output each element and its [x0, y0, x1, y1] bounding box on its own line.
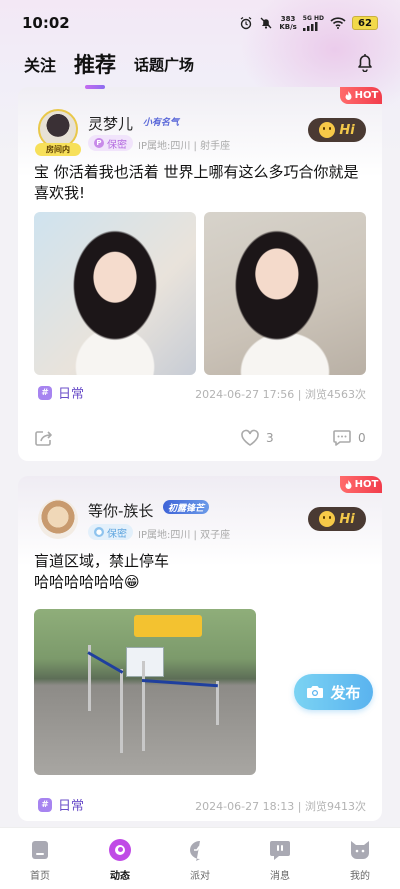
moments-icon — [108, 838, 132, 862]
hot-badge: HOT — [340, 476, 382, 493]
post-text-line: 盲道区域，禁止停车 — [34, 552, 170, 570]
nav-label: 消息 — [270, 871, 290, 882]
network-label: 5G HD — [302, 15, 324, 22]
nav-messages[interactable]: 消息 — [250, 838, 310, 882]
tab-topic-square[interactable]: 话题广场 — [134, 54, 194, 75]
alarm-icon — [239, 16, 253, 30]
active-tab-indicator — [85, 85, 106, 89]
topic-tag[interactable]: # 日常 — [38, 795, 84, 814]
nav-party[interactable]: 派对 — [170, 838, 230, 882]
smiley-icon — [319, 122, 336, 138]
nav-label: 派对 — [190, 871, 210, 882]
like-button[interactable]: 3 — [240, 429, 274, 447]
tab-recommend-label: 推荐 — [74, 53, 117, 77]
privacy-letter: P — [94, 138, 104, 148]
signal-icon: 5G HD — [302, 15, 324, 31]
topic-label: 日常 — [58, 799, 85, 814]
home-icon — [28, 838, 52, 862]
fire-icon — [345, 90, 352, 100]
nav-label: 动态 — [110, 871, 130, 882]
bus-shape — [134, 615, 202, 637]
tab-recommend[interactable]: 推荐 — [74, 49, 117, 89]
cat-icon — [348, 838, 372, 862]
post-text: 盲道区域，禁止停车 哈哈哈哈哈哈😁 — [34, 551, 370, 593]
net-speed: 383 KB/s — [279, 15, 296, 31]
mute-icon — [259, 16, 273, 30]
post-text-line: 哈哈哈哈哈哈😁 — [34, 573, 140, 591]
hi-label: Hi — [339, 122, 355, 138]
username[interactable]: 灵梦儿 — [88, 113, 133, 134]
fire-icon — [345, 479, 352, 489]
hi-button[interactable]: Hi — [308, 118, 366, 142]
status-bar: 10:02 383 KB/s 5G HD 62 — [0, 0, 400, 46]
gender-icon: ● — [94, 527, 104, 537]
comment-count: 0 — [358, 431, 366, 445]
hi-button[interactable]: Hi — [308, 507, 366, 531]
net-speed-unit: KB/s — [279, 23, 297, 31]
username[interactable]: 等你-族长 — [88, 500, 153, 521]
level-badge: 初露锋芒 — [163, 500, 210, 514]
wifi-icon — [330, 17, 346, 29]
tab-follow[interactable]: 关注 — [24, 52, 56, 76]
ip-info: IP属地:四川 | 双子座 — [138, 530, 231, 541]
post-meta: 2024-06-27 17:56 | 浏览4563次 — [195, 388, 366, 401]
net-speed-value: 383 — [280, 15, 296, 23]
camera-icon — [307, 686, 324, 698]
party-icon — [188, 838, 212, 862]
nav-moments[interactable]: 动态 — [90, 838, 150, 882]
pole-shape — [120, 669, 123, 753]
post-image[interactable] — [204, 212, 366, 375]
topic-tag[interactable]: # 日常 — [38, 383, 84, 402]
pole-shape — [216, 681, 219, 725]
share-icon[interactable] — [34, 429, 54, 451]
pole-shape — [142, 661, 145, 751]
hi-label: Hi — [339, 511, 355, 527]
smiley-icon — [319, 511, 336, 527]
hot-label: HOT — [354, 479, 379, 490]
heart-icon — [241, 429, 259, 446]
like-count: 3 — [266, 431, 274, 445]
rope-shape — [87, 651, 124, 674]
ip-info: IP属地:四川 | 射手座 — [138, 141, 231, 152]
nav-label: 我的 — [350, 871, 370, 882]
hot-label: HOT — [354, 90, 379, 101]
bottom-nav: 首页 动态 派对 消息 我的 — [0, 827, 400, 889]
privacy-tag: ● 保密 — [88, 524, 133, 540]
level-badge: 小有名气 — [143, 117, 180, 128]
comment-icon — [333, 430, 351, 446]
rope-shape — [141, 679, 218, 688]
post-text: 宝 你活着我也活着 世界上哪有这么多巧合你就是喜欢我! — [34, 163, 359, 202]
nav-label: 首页 — [30, 871, 50, 882]
hot-badge: HOT — [340, 87, 382, 104]
bell-icon[interactable] — [356, 52, 374, 76]
privacy-label: 保密 — [107, 139, 127, 151]
battery-indicator: 62 — [352, 16, 378, 30]
comment-button[interactable]: 0 — [332, 429, 366, 447]
post-actions: 3 0 — [18, 427, 382, 451]
status-icons: 383 KB/s 5G HD 62 — [239, 15, 378, 31]
topic-label: 日常 — [58, 387, 85, 402]
hash-icon: # — [38, 797, 52, 812]
publish-button[interactable]: 发布 — [294, 674, 373, 710]
nav-me[interactable]: 我的 — [330, 838, 390, 882]
avatar[interactable] — [38, 499, 78, 539]
nav-home[interactable]: 首页 — [10, 838, 70, 882]
post-image[interactable] — [34, 212, 196, 375]
status-time: 10:02 — [22, 14, 70, 32]
post-card[interactable]: HOT 等你-族长 初露锋芒 ● 保密 IP属地:四川 | 双子座 Hi 盲道区… — [18, 476, 382, 821]
post-image[interactable] — [34, 609, 256, 775]
privacy-label: 保密 — [107, 528, 127, 540]
publish-label: 发布 — [330, 683, 361, 702]
post-meta: 2024-06-27 18:13 | 浏览9413次 — [195, 800, 366, 813]
privacy-tag: P 保密 — [88, 135, 133, 151]
post-card[interactable]: HOT 房间内 灵梦儿 小有名气 P 保密 IP属地:四川 | 射手座 Hi 宝… — [18, 87, 382, 461]
message-icon — [268, 838, 292, 862]
hash-icon: # — [38, 385, 52, 400]
avatar-room-tag: 房间内 — [35, 143, 81, 156]
top-tabs: 关注 推荐 话题广场 — [0, 44, 400, 89]
sign-shape — [126, 647, 164, 677]
